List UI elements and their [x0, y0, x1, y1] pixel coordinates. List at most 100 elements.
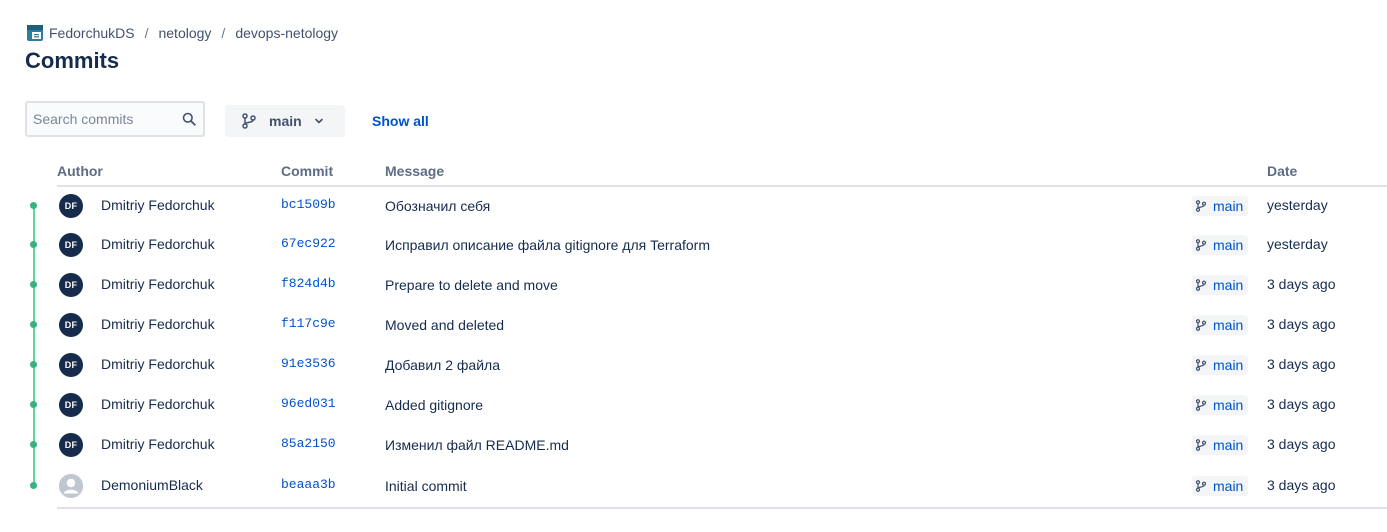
branch-tag-label: main	[1213, 237, 1244, 253]
branch-tag[interactable]: main	[1192, 235, 1249, 255]
avatar[interactable]: DF	[59, 353, 83, 377]
search-icon[interactable]	[182, 112, 196, 126]
author-name: Dmitriy Fedorchuk	[101, 276, 215, 292]
branch-tag-label: main	[1213, 317, 1244, 333]
author-name: DemoniumBlack	[101, 477, 203, 493]
commit-graph-node	[30, 401, 37, 408]
table-row[interactable]: DF Dmitriy Fedorchuk f117c9e Moved and dele…	[0, 305, 1387, 345]
branch-icon	[1195, 279, 1207, 291]
avatar[interactable]: DF	[59, 313, 83, 337]
commit-hash-link[interactable]: 96ed031	[281, 396, 336, 411]
branch-tag[interactable]: main	[1192, 315, 1249, 335]
breadcrumb-repo[interactable]: devops-netology	[235, 25, 338, 41]
chevron-down-icon	[314, 118, 323, 124]
branch-icon	[1195, 239, 1207, 251]
commit-hash-link[interactable]: f824d4b	[281, 276, 336, 291]
branch-tag-label: main	[1213, 277, 1244, 293]
commit-hash-link[interactable]: 91e3536	[281, 356, 336, 371]
table-row[interactable]: DF Dmitriy Fedorchuk 67ec922 Исправил описа…	[0, 225, 1387, 265]
author-name: Dmitriy Fedorchuk	[101, 236, 215, 252]
commit-date: yesterday	[1267, 197, 1328, 213]
commit-date: 3 days ago	[1267, 396, 1336, 412]
branch-icon	[1195, 200, 1207, 212]
search-box[interactable]	[25, 101, 205, 137]
commit-message: Initial commit	[385, 478, 467, 494]
branch-tag[interactable]: main	[1192, 476, 1249, 496]
commit-date: yesterday	[1267, 236, 1328, 252]
branch-tag[interactable]: main	[1192, 196, 1249, 216]
commit-graph-node	[30, 241, 37, 248]
commit-hash-link[interactable]: 85a2150	[281, 436, 336, 451]
commit-graph-node	[30, 281, 37, 288]
column-header-date: Date	[1267, 163, 1298, 179]
commit-graph-node	[30, 361, 37, 368]
commit-message: Moved and deleted	[385, 317, 505, 333]
avatar[interactable]: DF	[59, 194, 83, 218]
column-header-message: Message	[385, 163, 445, 179]
column-header-author: Author	[57, 163, 103, 179]
commit-message: Добавил 2 файла	[385, 357, 500, 373]
branch-tag[interactable]: main	[1192, 395, 1249, 415]
branch-tag-label: main	[1213, 478, 1244, 494]
commit-graph-node	[30, 482, 37, 489]
branch-icon	[242, 113, 256, 129]
author-name: Dmitriy Fedorchuk	[101, 197, 215, 213]
avatar[interactable]: DF	[59, 233, 83, 257]
show-all-link[interactable]: Show all	[372, 113, 429, 129]
commit-graph-node	[30, 321, 37, 328]
table-row[interactable]: DemoniumBlack beaaa3b Initial commit main 3 …	[0, 466, 1387, 506]
branch-tag-label: main	[1213, 397, 1244, 413]
search-input[interactable]	[33, 110, 173, 128]
author-name: Dmitriy Fedorchuk	[101, 316, 215, 332]
avatar[interactable]: DF	[59, 273, 83, 297]
table-row[interactable]: DF Dmitriy Fedorchuk bc1509b Обозначил себя…	[0, 186, 1387, 226]
branch-tag-label: main	[1213, 198, 1244, 214]
page-title: Commits	[25, 48, 120, 73]
author-name: Dmitriy Fedorchuk	[101, 436, 215, 452]
commit-hash-link[interactable]: bc1509b	[281, 197, 336, 212]
branch-tag[interactable]: main	[1192, 435, 1249, 455]
commit-graph-node	[30, 441, 37, 448]
avatar[interactable]: DF	[59, 393, 83, 417]
branch-tag-label: main	[1213, 357, 1244, 373]
commit-hash-link[interactable]: 67ec922	[281, 236, 336, 251]
commit-graph-node	[30, 202, 37, 209]
breadcrumb-separator: /	[221, 25, 226, 41]
breadcrumb-project[interactable]: netology	[158, 25, 211, 41]
commit-message: Изменил файл README.md	[385, 437, 569, 453]
commit-message: Added gitignore	[385, 397, 484, 413]
author-name: Dmitriy Fedorchuk	[101, 396, 215, 412]
table-row[interactable]: DF Dmitriy Fedorchuk 91e3536 Добавил 2 файл…	[0, 345, 1387, 385]
commit-date: 3 days ago	[1267, 477, 1336, 493]
avatar[interactable]: DF	[59, 433, 83, 457]
branch-selector-label: main	[269, 113, 302, 129]
commit-message: Исправил описание файла gitignore для Te…	[385, 237, 711, 253]
commit-message: Обозначил себя	[385, 198, 491, 214]
commit-date: 3 days ago	[1267, 436, 1336, 452]
table-row[interactable]: DF Dmitriy Fedorchuk f824d4b Prepare to del…	[0, 265, 1387, 305]
branch-icon	[1195, 439, 1207, 451]
commit-message: Prepare to delete and move	[385, 277, 558, 293]
table-bottom-divider	[57, 507, 1387, 509]
branch-icon	[1195, 399, 1207, 411]
branch-tag[interactable]: main	[1192, 355, 1249, 375]
commit-date: 3 days ago	[1267, 316, 1336, 332]
table-row[interactable]: DF Dmitriy Fedorchuk 85a2150 Изменил файл R…	[0, 425, 1387, 465]
commit-date: 3 days ago	[1267, 356, 1336, 372]
branch-icon	[1195, 359, 1207, 371]
branch-selector[interactable]: main	[225, 105, 345, 137]
author-name: Dmitriy Fedorchuk	[101, 356, 215, 372]
breadcrumb: FedorchukDS / netology / devops-netology	[27, 24, 338, 42]
commit-hash-link[interactable]: beaaa3b	[281, 477, 336, 492]
column-header-commit: Commit	[281, 163, 334, 179]
commit-hash-link[interactable]: f117c9e	[281, 316, 336, 331]
branch-icon	[1195, 480, 1207, 492]
table-row[interactable]: DF Dmitriy Fedorchuk 96ed031 Added gitignor…	[0, 385, 1387, 425]
workspace-logo-icon	[27, 25, 43, 41]
breadcrumb-workspace[interactable]: FedorchukDS	[49, 25, 135, 41]
branch-tag[interactable]: main	[1192, 275, 1249, 295]
default-user-icon	[59, 474, 83, 498]
avatar[interactable]	[59, 474, 83, 498]
breadcrumb-separator: /	[144, 25, 149, 41]
branch-tag-label: main	[1213, 437, 1244, 453]
